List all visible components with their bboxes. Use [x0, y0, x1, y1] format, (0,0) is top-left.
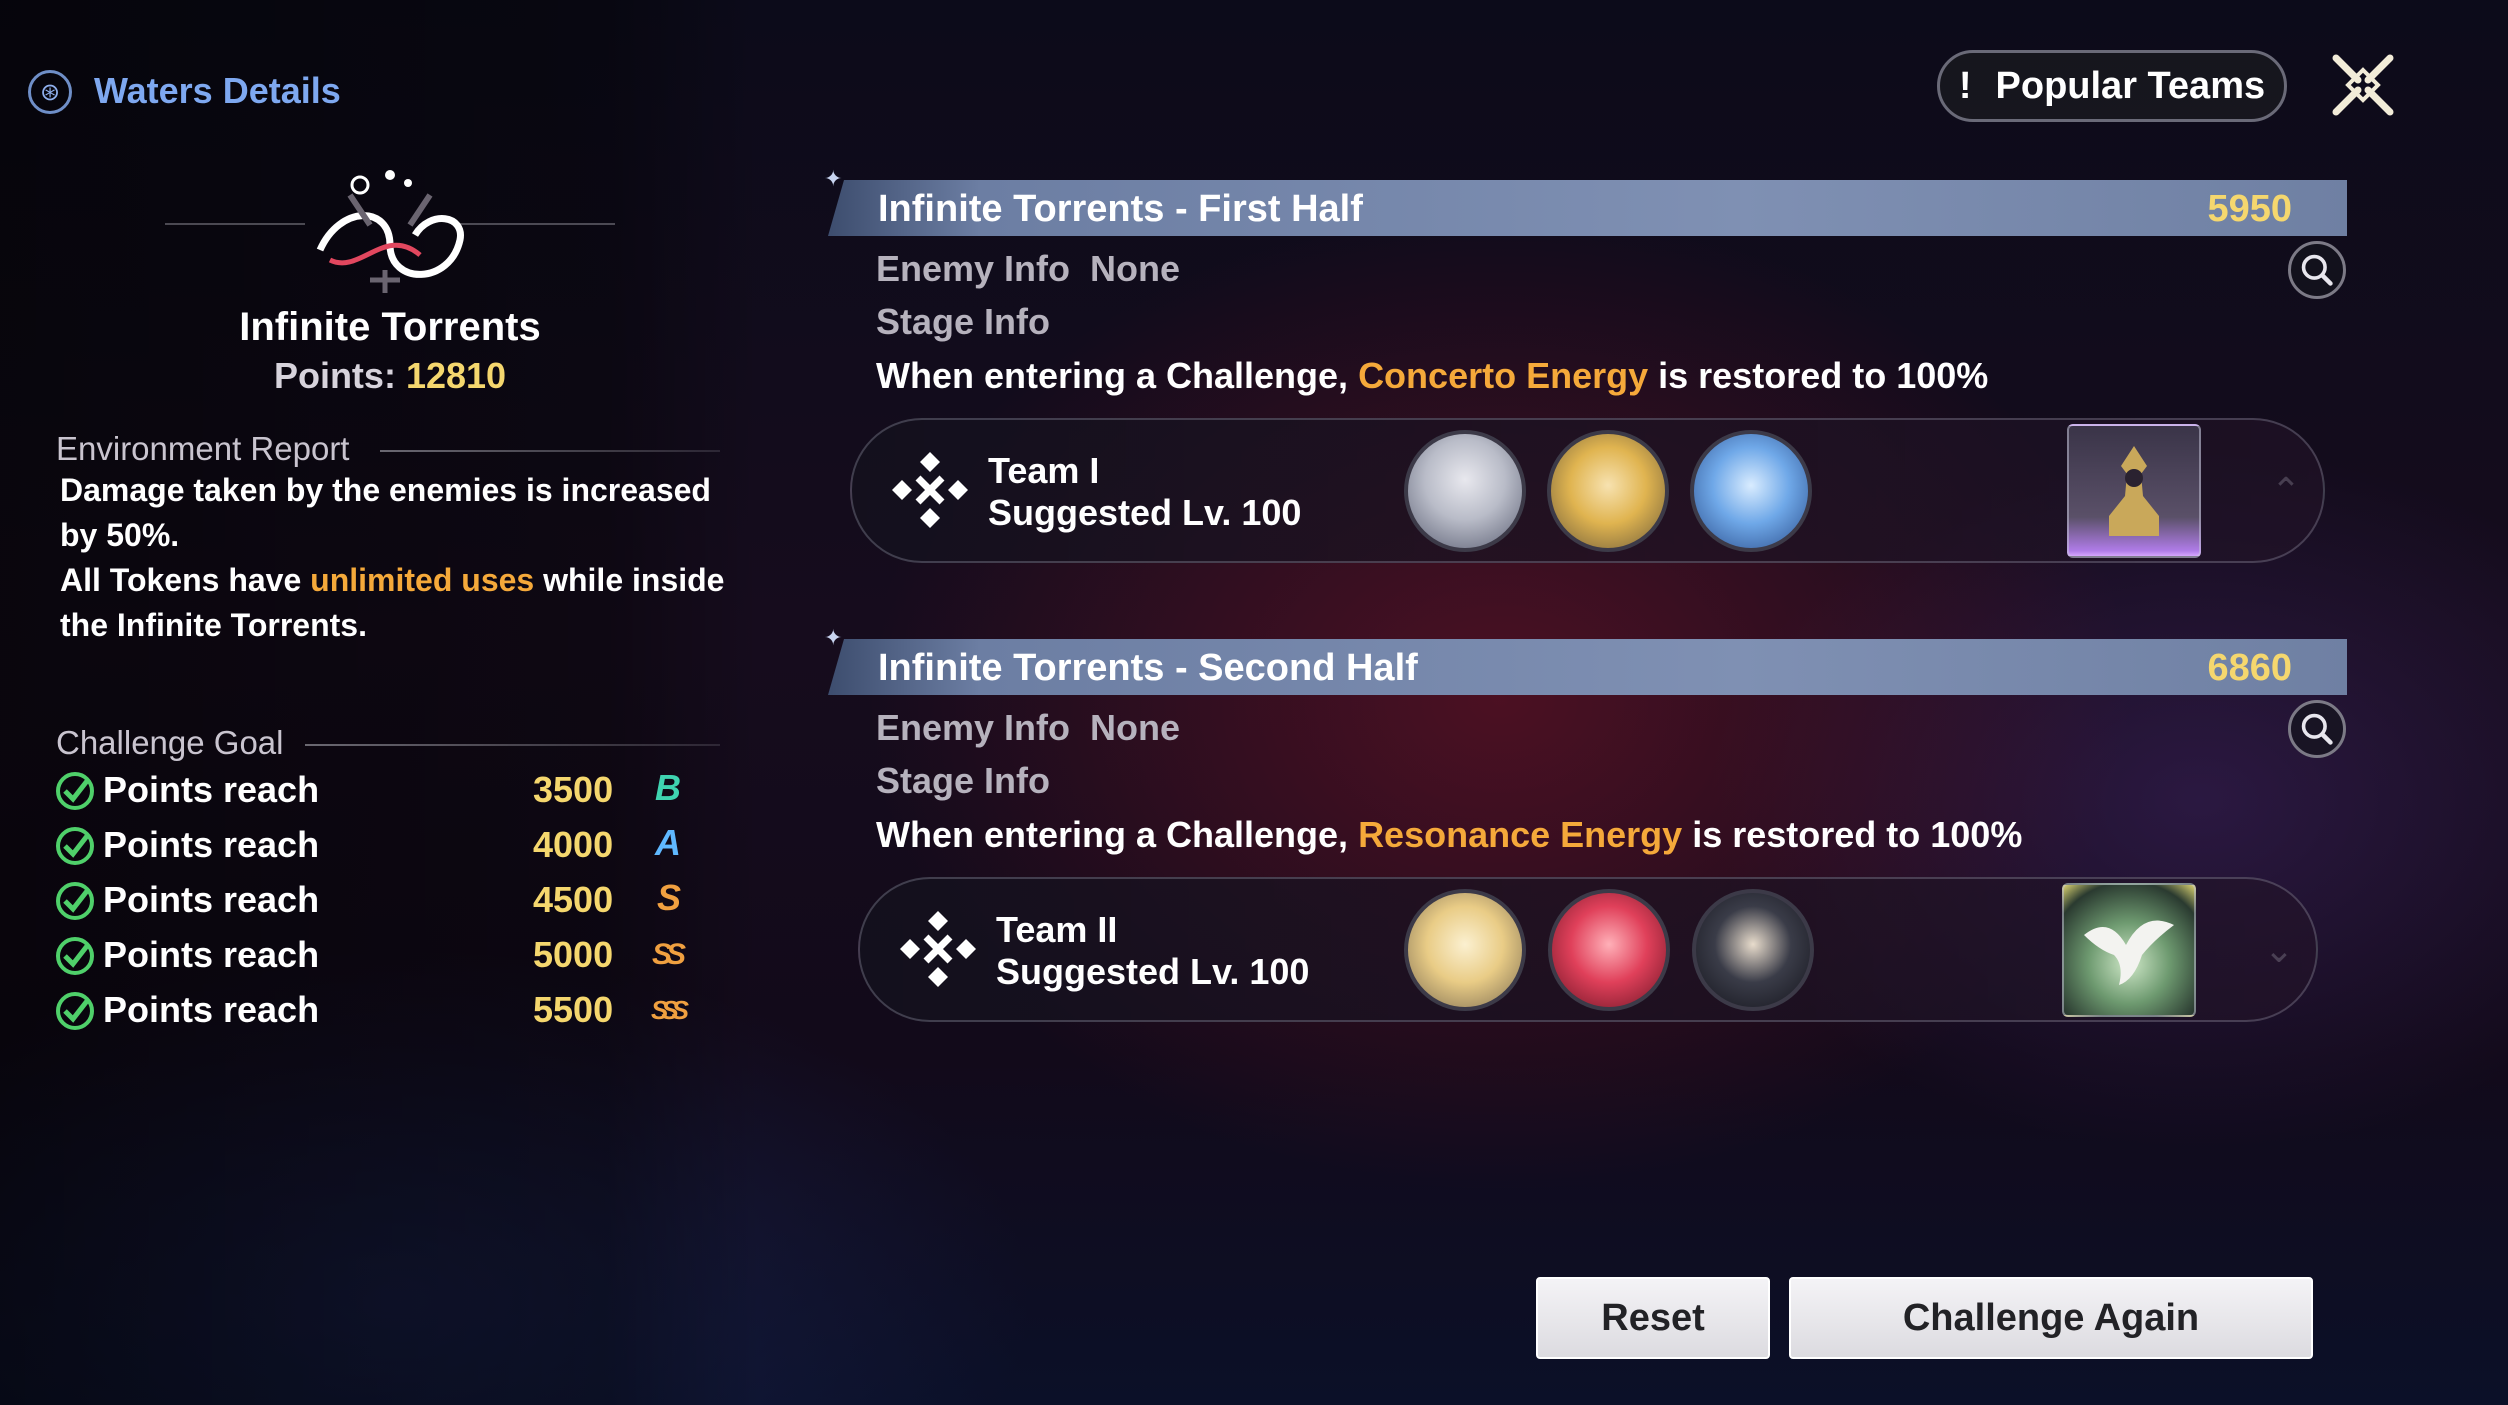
second-half-stage-info-label: Stage Info [876, 760, 1051, 801]
goal-label: Points reach [103, 989, 320, 1030]
popular-teams-button[interactable]: ! Popular Teams [1937, 50, 2287, 122]
page-title: Waters Details [94, 70, 341, 111]
enemy-info-label: Enemy Info [876, 707, 1071, 748]
goal-label: Points reach [103, 769, 320, 810]
close-x-icon[interactable] [2328, 50, 2398, 120]
echo-bust-token-icon[interactable] [2067, 424, 2201, 558]
goal-row: Points reach 5500 SSS [55, 985, 705, 1035]
rank-ss-icon: SS [652, 938, 686, 971]
stage-points: Points: 12810 [0, 355, 780, 397]
character-avatar-black-hair[interactable] [1692, 889, 1814, 1011]
first-half-title: Infinite Torrents - First Half [878, 188, 1363, 230]
check-icon [56, 772, 94, 810]
goal-row: Points reach 4000 A [55, 820, 705, 870]
points-label: Points: [273, 355, 396, 396]
first-half-description: When entering a Challenge, Concerto Ener… [876, 355, 1989, 396]
character-avatar-silver-hair[interactable] [1404, 430, 1526, 552]
team-emblem-icon [900, 911, 976, 987]
check-icon [56, 882, 94, 920]
goal-row: Points reach 4500 S [55, 875, 705, 925]
environment-line-1: Damage taken by the enemies is increased… [60, 472, 711, 553]
challenge-again-button[interactable]: Challenge Again [1789, 1277, 2313, 1359]
concerto-energy-highlight: Concerto Energy [1358, 355, 1649, 396]
team-2-name: Team II [996, 909, 1118, 950]
character-avatar-blonde-hat[interactable] [1547, 430, 1669, 552]
enemy-info-value: None [1090, 248, 1181, 289]
reset-button[interactable]: Reset [1536, 1277, 1770, 1359]
popular-teams-label: Popular Teams [1995, 64, 2266, 107]
points-value: 12810 [405, 355, 507, 396]
rank-b-icon: B [655, 767, 681, 808]
enemy-info-value: None [1090, 707, 1181, 748]
first-half-search-icon[interactable] [2288, 241, 2346, 299]
environment-line-2: All Tokens have unlimited uses while ins… [60, 562, 725, 643]
character-avatar-red-horns[interactable] [1548, 889, 1670, 1011]
second-half-search-icon[interactable] [2288, 700, 2346, 758]
resonance-energy-highlight: Resonance Energy [1358, 814, 1683, 855]
golden-bust-icon [2109, 446, 2159, 536]
team-1-level: Suggested Lv. 100 [988, 492, 1302, 533]
first-half-header: Infinite Torrents - First Half 5950 [828, 180, 2347, 236]
first-half-score: 5950 [2207, 188, 2292, 230]
environment-report-text: Damage taken by the enemies is increased… [60, 468, 740, 648]
rank-sss-icon: SSS [651, 995, 689, 1025]
challenge-goal-divider [305, 744, 720, 746]
environment-divider [380, 450, 720, 452]
stage-name: Infinite Torrents [239, 305, 541, 349]
team-2-card[interactable]: Team II Suggested Lv. 100 ⌄ [858, 877, 2318, 1022]
character-avatar-blue-hair[interactable] [1690, 430, 1812, 552]
check-icon [56, 827, 94, 865]
second-half-title: Infinite Torrents - Second Half [878, 647, 1418, 689]
goal-label: Points reach [103, 934, 320, 975]
expand-chevron-icon: ⌄ [2263, 929, 2294, 970]
rank-s-icon: S [657, 877, 682, 918]
check-icon [56, 992, 94, 1030]
emblem-divider-left [165, 223, 305, 225]
dove-icon [2084, 920, 2174, 985]
alert-icon: ! [1958, 64, 1972, 107]
unlimited-uses-highlight: unlimited uses [310, 562, 535, 598]
enemy-info-label: Enemy Info [876, 248, 1071, 289]
environment-report-label: Environment Report [56, 430, 350, 467]
goal-value: 3500 [533, 769, 614, 810]
second-half-enemy-info: Enemy Info None [876, 707, 1180, 749]
goal-value: 4000 [533, 824, 614, 865]
spiral-waters-icon: ⊛ [28, 70, 72, 114]
infinite-torrents-emblem-icon [316, 170, 464, 293]
check-icon [56, 937, 94, 975]
character-avatar-blonde-wreath[interactable] [1404, 889, 1526, 1011]
goal-label: Points reach [103, 879, 320, 920]
rank-a-icon: A [655, 822, 681, 863]
team-emblem-icon [892, 452, 968, 528]
second-half-description: When entering a Challenge, Resonance Ene… [876, 814, 2023, 855]
first-half-enemy-info: Enemy Info None [876, 248, 1180, 290]
team-2-level: Suggested Lv. 100 [996, 951, 1310, 992]
goal-row: Points reach 3500 B [55, 765, 705, 815]
second-half-score: 6860 [2207, 647, 2292, 689]
challenge-goal-label: Challenge Goal [56, 724, 284, 761]
expand-chevron-icon: ⌃ [2270, 470, 2301, 511]
first-half-stage-info-label: Stage Info [876, 301, 1051, 342]
team-1-card[interactable]: Team I Suggested Lv. 100 ⌃ [850, 418, 2325, 563]
goal-row: Points reach 5000 SS [55, 930, 705, 980]
team-1-name: Team I [988, 450, 1100, 491]
goal-value: 4500 [533, 879, 614, 920]
second-half-header: Infinite Torrents - Second Half 6860 [828, 639, 2347, 695]
goal-label: Points reach [103, 824, 320, 865]
echo-dove-token-icon[interactable] [2062, 883, 2196, 1017]
